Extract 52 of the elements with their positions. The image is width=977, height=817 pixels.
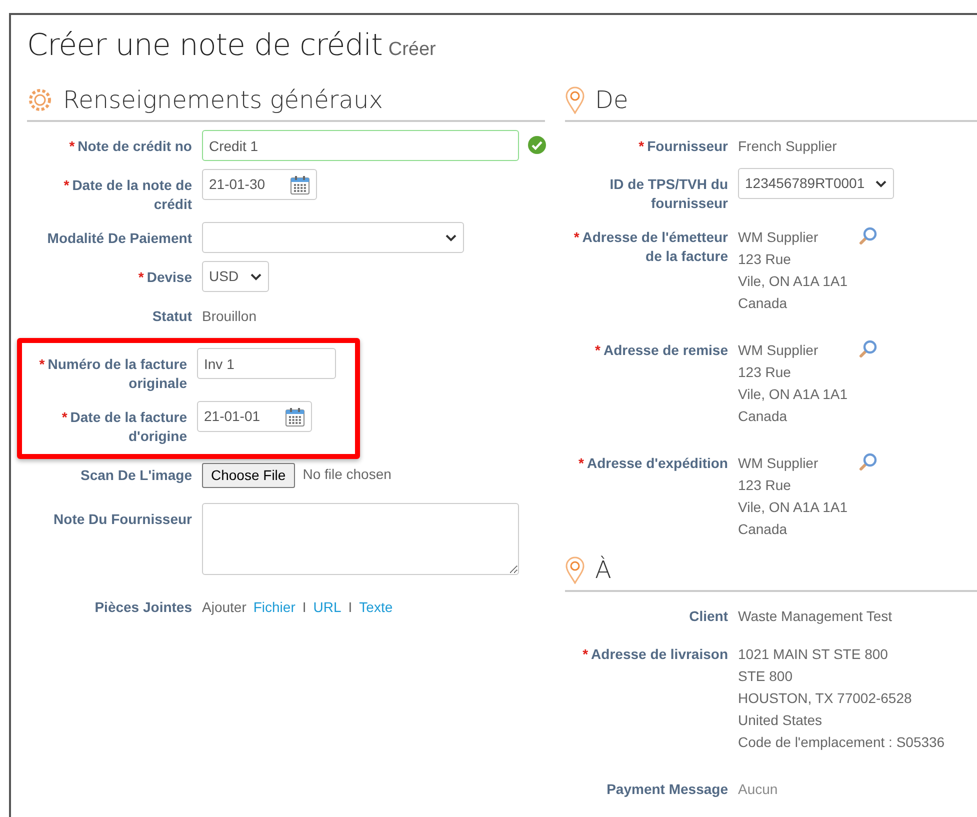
field-label: * Adresse de l'émetteur de la facture (572, 228, 728, 266)
link-separator: I (348, 598, 352, 617)
section-title: À (595, 554, 612, 586)
file-status: No file chosen (302, 465, 392, 484)
chevron-down-icon (445, 234, 457, 242)
field-label: * Devise (137, 268, 192, 287)
field-label: ID de TPS/TVH du fournisseur (608, 175, 728, 213)
text-field[interactable]: Inv 1 (197, 348, 336, 379)
date-field[interactable]: 21-01-01 (197, 401, 312, 432)
link-separator: I (302, 598, 306, 617)
choose-file-button[interactable]: Choose File (202, 463, 295, 488)
field-label: Scan De L'image (80, 466, 192, 485)
field-value: Brouillon (202, 307, 256, 326)
calendar-icon (285, 406, 305, 426)
address-text: WM Supplier 123 Rue Vile, ON A1A 1A1 Canada (738, 454, 848, 539)
address-text: 1021 MAIN ST STE 800 STE 800 HOUSTON, TX 77002-6528 United States Code de l'emplacement : S05336 (738, 645, 945, 752)
field-label: * Adresse de livraison (582, 645, 728, 664)
page-subtitle: Créer (388, 38, 436, 62)
field-label: Client (688, 607, 728, 626)
section-title: Renseignements généraux (63, 85, 383, 116)
dropdown-field[interactable]: USD (202, 261, 269, 292)
supplier-note-field[interactable] (202, 503, 519, 575)
field-label: Pièces Jointes (94, 598, 192, 617)
field-value: Waste Management Test (738, 607, 892, 626)
field-label: * Date de la facture d'origine (60, 408, 187, 446)
field-label: Payment Message (606, 780, 728, 799)
gear-icon (27, 87, 53, 113)
field-label: * Adresse de remise (594, 341, 728, 360)
section-title: De (595, 85, 628, 116)
chevron-down-icon (250, 272, 262, 280)
valid-text-field[interactable]: Credit 1 (202, 130, 519, 161)
address-text: WM Supplier 123 Rue Vile, ON A1A 1A1 Canada (738, 341, 848, 426)
map-pin-icon (565, 86, 585, 114)
dropdown-field[interactable]: 123456789RT0001 (738, 168, 894, 199)
address-text: WM Supplier 123 Rue Vile, ON A1A 1A1 Canada (738, 228, 848, 313)
field-label: * Date de la note de crédit (62, 176, 192, 214)
page-title: Créer une note de crédit (27, 27, 382, 65)
map-pin-icon (565, 556, 585, 584)
field-label: Note Du Fournisseur (52, 510, 192, 529)
field-value: Aucun (738, 780, 778, 799)
field-label: Modalité De Paiement (46, 229, 192, 248)
field-label: * Note de crédit no (68, 137, 192, 156)
field-label: * Adresse d'expédition (578, 454, 728, 473)
date-field[interactable]: 21-01-30 (202, 169, 317, 200)
add-label: Ajouter (202, 598, 246, 617)
field-label: Statut (151, 307, 192, 326)
chevron-down-icon (875, 180, 887, 188)
field-label: * Fournisseur (638, 137, 728, 156)
dropdown-field[interactable] (202, 222, 464, 253)
field-value: French Supplier (738, 137, 837, 156)
field-label: * Numéro de la facture originale (38, 355, 187, 393)
calendar-icon (290, 174, 310, 194)
